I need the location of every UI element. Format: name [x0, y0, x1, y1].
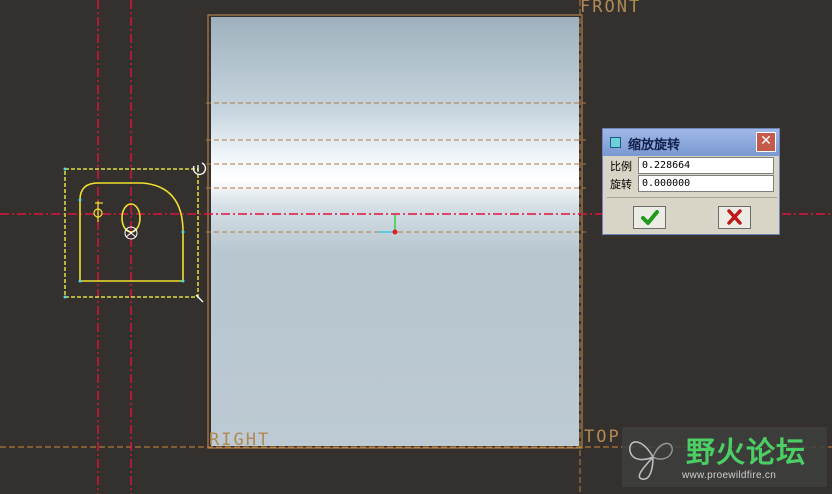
- top-datum-label: TOP: [584, 427, 621, 447]
- rotate-input[interactable]: 0.000000: [638, 175, 774, 192]
- scale-label: 比例: [610, 160, 632, 173]
- cross-icon: [727, 209, 742, 225]
- right-datum-label: RIGHT: [209, 430, 271, 450]
- rotate-label: 旋转: [610, 178, 632, 191]
- scale-handle-icon[interactable]: [195, 294, 204, 303]
- sketch-selection[interactable]: [63, 162, 207, 303]
- scale-row: 比例 0.228664: [608, 157, 778, 175]
- dialog-titlebar[interactable]: 缩放旋转 ✕: [603, 129, 779, 156]
- rotate-row: 旋转 0.000000: [608, 175, 778, 193]
- dialog-divider: [607, 197, 777, 198]
- graphics-viewport[interactable]: [0, 0, 832, 494]
- rotate-handle-icon[interactable]: [192, 162, 207, 176]
- check-icon: [641, 210, 659, 225]
- dialog-app-icon: [610, 137, 621, 148]
- small-point-symbol: [93, 201, 103, 222]
- scale-input[interactable]: 0.228664: [638, 157, 774, 174]
- watermark-title: 野火论坛: [686, 435, 807, 469]
- ok-button[interactable]: [633, 206, 666, 229]
- butterfly-logo-icon: [629, 441, 673, 480]
- watermark-url: www.proewildfire.cn: [682, 470, 777, 481]
- scale-rotate-dialog: 缩放旋转 ✕ 比例 0.228664 旋转 0.000000: [602, 128, 780, 235]
- cancel-button[interactable]: [718, 206, 751, 229]
- front-datum-label: FRONT: [580, 0, 642, 17]
- dialog-title: 缩放旋转: [628, 138, 681, 153]
- forum-watermark: 野火论坛 www.proewildfire.cn: [622, 427, 827, 487]
- close-button[interactable]: ✕: [756, 132, 776, 152]
- sketch-vertices: [63, 167, 185, 299]
